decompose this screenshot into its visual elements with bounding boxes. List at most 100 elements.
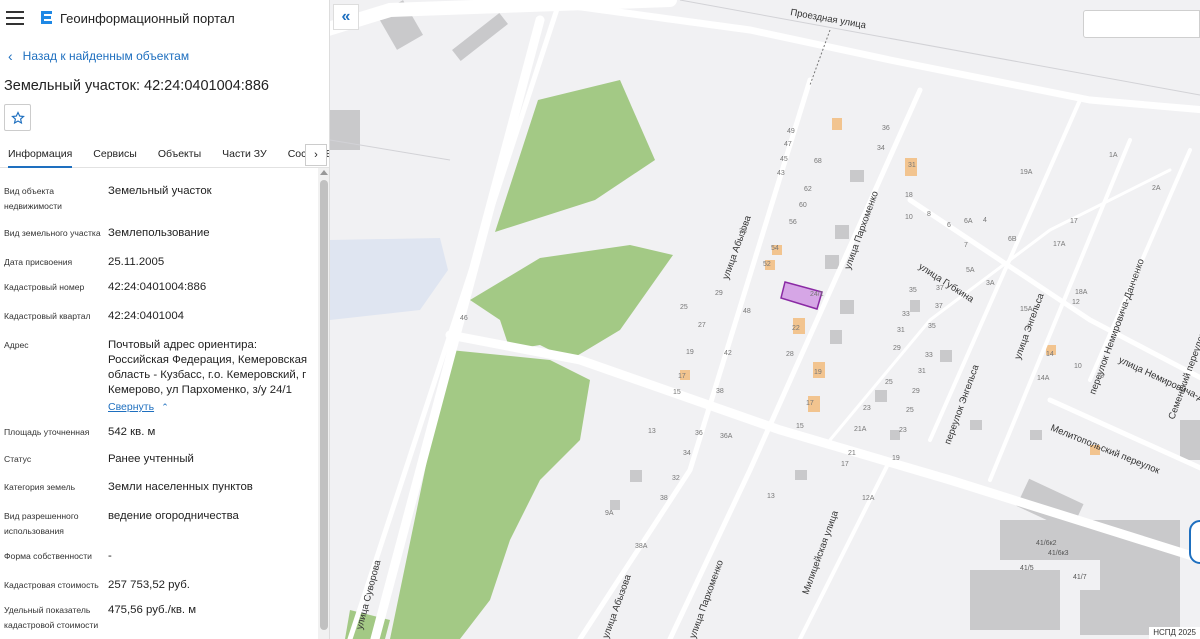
svg-text:1A: 1A bbox=[1109, 152, 1118, 159]
favorite-button[interactable] bbox=[4, 104, 31, 131]
scroll-up-icon[interactable] bbox=[320, 170, 328, 175]
svg-text:37: 37 bbox=[935, 303, 943, 310]
svg-text:6A: 6A bbox=[964, 218, 973, 225]
svg-text:13: 13 bbox=[767, 493, 775, 500]
svg-text:33: 33 bbox=[925, 352, 933, 359]
collapse-panel-button[interactable]: « bbox=[333, 4, 359, 30]
svg-text:29: 29 bbox=[715, 290, 723, 297]
svg-text:12A: 12A bbox=[862, 495, 875, 502]
chevron-right-icon: › bbox=[314, 149, 318, 161]
svg-text:54: 54 bbox=[771, 245, 779, 252]
svg-text:14: 14 bbox=[1046, 351, 1054, 358]
svg-text:33: 33 bbox=[902, 311, 910, 318]
top-bar: Геоинформационный портал bbox=[0, 0, 329, 36]
svg-text:21A: 21A bbox=[854, 426, 867, 433]
svg-text:7: 7 bbox=[964, 242, 968, 249]
map-search-input[interactable] bbox=[1083, 10, 1200, 38]
property-row: Статус Ранее учтенный bbox=[0, 452, 316, 467]
svg-text:10: 10 bbox=[1074, 363, 1082, 370]
svg-text:62: 62 bbox=[804, 186, 812, 193]
object-title: Земельный участок: 42:24:0401004:886 bbox=[4, 78, 269, 94]
svg-text:34: 34 bbox=[683, 450, 691, 457]
property-row: Кадастровая стоимость 257 753,52 руб. bbox=[0, 578, 316, 593]
svg-text:19A: 19A bbox=[1020, 169, 1033, 176]
svg-text:28: 28 bbox=[786, 351, 794, 358]
tab-objects[interactable]: Объекты bbox=[158, 142, 201, 168]
svg-text:21: 21 bbox=[848, 450, 856, 457]
svg-text:9A: 9A bbox=[605, 510, 614, 517]
svg-text:10: 10 bbox=[905, 214, 913, 221]
double-chevron-left-icon: « bbox=[341, 8, 351, 25]
svg-text:3A: 3A bbox=[986, 280, 995, 287]
property-value: 475,56 руб./кв. м bbox=[108, 604, 197, 616]
scrollbar-thumb[interactable] bbox=[320, 180, 328, 630]
map-canvas[interactable]: Проездная улица улица Абызова улица Парх… bbox=[330, 0, 1200, 639]
tab-parts[interactable]: Части ЗУ bbox=[222, 142, 267, 168]
svg-text:35: 35 bbox=[909, 287, 917, 294]
property-label: Категория земель bbox=[4, 482, 76, 492]
svg-text:23: 23 bbox=[863, 405, 871, 412]
svg-text:6B: 6B bbox=[1008, 236, 1017, 243]
scrollbar[interactable] bbox=[318, 168, 329, 639]
svg-text:56: 56 bbox=[789, 219, 797, 226]
svg-text:19: 19 bbox=[686, 349, 694, 356]
star-icon bbox=[10, 110, 25, 124]
tabs-next-button[interactable]: › bbox=[305, 144, 327, 166]
svg-text:25: 25 bbox=[906, 407, 914, 414]
svg-text:8: 8 bbox=[1100, 373, 1104, 380]
property-value: ведение огородничества bbox=[108, 510, 239, 522]
svg-text:31: 31 bbox=[897, 327, 905, 334]
svg-text:38: 38 bbox=[660, 495, 668, 502]
svg-text:19: 19 bbox=[892, 455, 900, 462]
property-label: Статус bbox=[4, 454, 32, 464]
svg-text:31: 31 bbox=[918, 368, 926, 375]
property-row: Категория земель Земли населенных пункто… bbox=[0, 480, 316, 495]
svg-text:31: 31 bbox=[908, 162, 916, 169]
svg-text:5A: 5A bbox=[966, 267, 975, 274]
property-row: Площадь уточненная 542 кв. м bbox=[0, 425, 316, 440]
map-control-button[interactable] bbox=[1189, 520, 1200, 564]
chevron-left-icon: ‹ bbox=[8, 48, 13, 64]
map-view[interactable]: Проездная улица улица Абызова улица Парх… bbox=[330, 0, 1200, 639]
info-panel: Геоинформационный портал ‹ Назад к найде… bbox=[0, 0, 330, 639]
property-row: Вид разрешенного использования ведение о… bbox=[0, 509, 316, 539]
svg-text:13: 13 bbox=[648, 428, 656, 435]
property-row-address: Адрес Почтовый адрес ориентира: Российск… bbox=[0, 338, 316, 415]
svg-text:41/6к3: 41/6к3 bbox=[1048, 550, 1069, 557]
back-link[interactable]: ‹ Назад к найденным объектам bbox=[0, 36, 329, 76]
collapse-toggle[interactable]: Свернуть ⌃ bbox=[108, 400, 316, 415]
svg-text:41/6к2: 41/6к2 bbox=[1036, 540, 1057, 547]
svg-text:23: 23 bbox=[899, 427, 907, 434]
svg-text:36: 36 bbox=[882, 125, 890, 132]
property-label: Адрес bbox=[4, 340, 29, 350]
svg-text:14A: 14A bbox=[1037, 375, 1050, 382]
svg-text:52: 52 bbox=[763, 261, 771, 268]
property-label: Кадастровая стоимость bbox=[4, 580, 99, 590]
svg-text:38A: 38A bbox=[635, 543, 648, 550]
svg-text:25: 25 bbox=[680, 304, 688, 311]
property-value: - bbox=[108, 550, 112, 562]
property-row: Дата присвоения 25.11.2005 bbox=[0, 255, 316, 270]
svg-text:25: 25 bbox=[885, 379, 893, 386]
svg-text:17: 17 bbox=[678, 373, 686, 380]
svg-text:17: 17 bbox=[1070, 218, 1078, 225]
svg-text:68: 68 bbox=[814, 158, 822, 165]
app-title: Геоинформационный портал bbox=[60, 10, 235, 26]
svg-text:22: 22 bbox=[792, 325, 800, 332]
property-value: Земли населенных пунктов bbox=[108, 481, 253, 493]
svg-text:42: 42 bbox=[724, 350, 732, 357]
menu-icon[interactable] bbox=[6, 11, 24, 25]
collapse-link[interactable]: Свернуть bbox=[108, 401, 154, 413]
svg-text:19: 19 bbox=[814, 369, 822, 376]
property-value: 542 кв. м bbox=[108, 426, 156, 438]
property-row: Удельный показатель кадастровой стоимост… bbox=[0, 603, 316, 633]
svg-text:17: 17 bbox=[841, 461, 849, 468]
property-row: Вид объекта недвижимости Земельный участ… bbox=[0, 184, 316, 214]
svg-text:4: 4 bbox=[983, 217, 987, 224]
property-value: 42:24:0401004 bbox=[108, 310, 185, 322]
svg-text:29: 29 bbox=[912, 388, 920, 395]
svg-text:46: 46 bbox=[460, 315, 468, 322]
tab-bar: Информация Сервисы Объекты Части ЗУ Сост… bbox=[0, 142, 329, 168]
tab-services[interactable]: Сервисы bbox=[93, 142, 137, 168]
tab-information[interactable]: Информация bbox=[8, 142, 73, 168]
